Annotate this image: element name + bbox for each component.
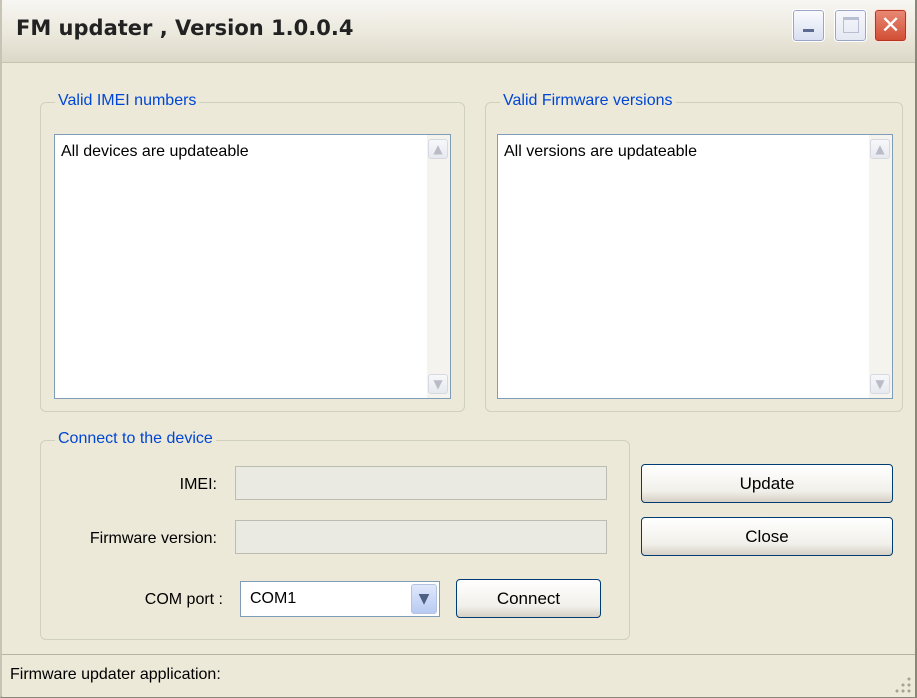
- maximize-icon[interactable]: [834, 9, 867, 42]
- scroll-down-icon[interactable]: ▼: [428, 374, 448, 394]
- imei-group-legend: Valid IMEI numbers: [55, 91, 200, 111]
- minimize-icon[interactable]: [792, 9, 825, 42]
- imei-list[interactable]: All devices are updateable ▲ ▼: [54, 134, 451, 399]
- firmware-group-legend: Valid Firmware versions: [500, 91, 676, 111]
- connect-button[interactable]: Connect: [456, 579, 601, 618]
- list-item[interactable]: All devices are updateable: [61, 143, 249, 161]
- firmware-version-field[interactable]: [235, 520, 607, 554]
- com-port-value: COM1: [250, 590, 297, 607]
- scroll-up-icon[interactable]: ▲: [428, 139, 448, 159]
- status-text: Firmware updater application:: [10, 666, 221, 683]
- com-port-select[interactable]: COM1 ▼: [240, 581, 440, 617]
- firmware-group: Valid Firmware versions All versions are…: [485, 91, 903, 412]
- window-title: FM updater , Version 1.0.0.4: [16, 16, 354, 40]
- list-item[interactable]: All versions are updateable: [504, 143, 697, 161]
- update-button[interactable]: Update: [641, 464, 893, 503]
- connect-group: Connect to the device IMEI: Firmware ver…: [40, 429, 630, 640]
- scroll-up-icon[interactable]: ▲: [870, 139, 890, 159]
- title-bar[interactable]: FM updater , Version 1.0.0.4 ✕: [2, 0, 915, 63]
- status-bar: Firmware updater application:: [2, 654, 915, 697]
- imei-group: Valid IMEI numbers All devices are updat…: [40, 91, 465, 412]
- close-icon[interactable]: ✕: [874, 9, 907, 42]
- firmware-list[interactable]: All versions are updateable ▲ ▼: [497, 134, 893, 399]
- connect-group-legend: Connect to the device: [55, 429, 216, 449]
- imei-field[interactable]: [235, 466, 607, 500]
- app-window: FM updater , Version 1.0.0.4 ✕ Valid IME…: [0, 0, 917, 698]
- firmware-scrollbar[interactable]: ▲ ▼: [869, 135, 892, 398]
- dropdown-arrow-icon[interactable]: ▼: [411, 584, 437, 614]
- firmware-version-label: Firmware version:: [89, 530, 217, 547]
- close-button[interactable]: Close: [641, 517, 893, 556]
- resize-grip-icon[interactable]: [895, 677, 911, 693]
- com-port-label: COM port :: [144, 591, 223, 608]
- imei-label: IMEI:: [179, 476, 217, 493]
- imei-scrollbar[interactable]: ▲ ▼: [427, 135, 450, 398]
- scroll-down-icon[interactable]: ▼: [870, 374, 890, 394]
